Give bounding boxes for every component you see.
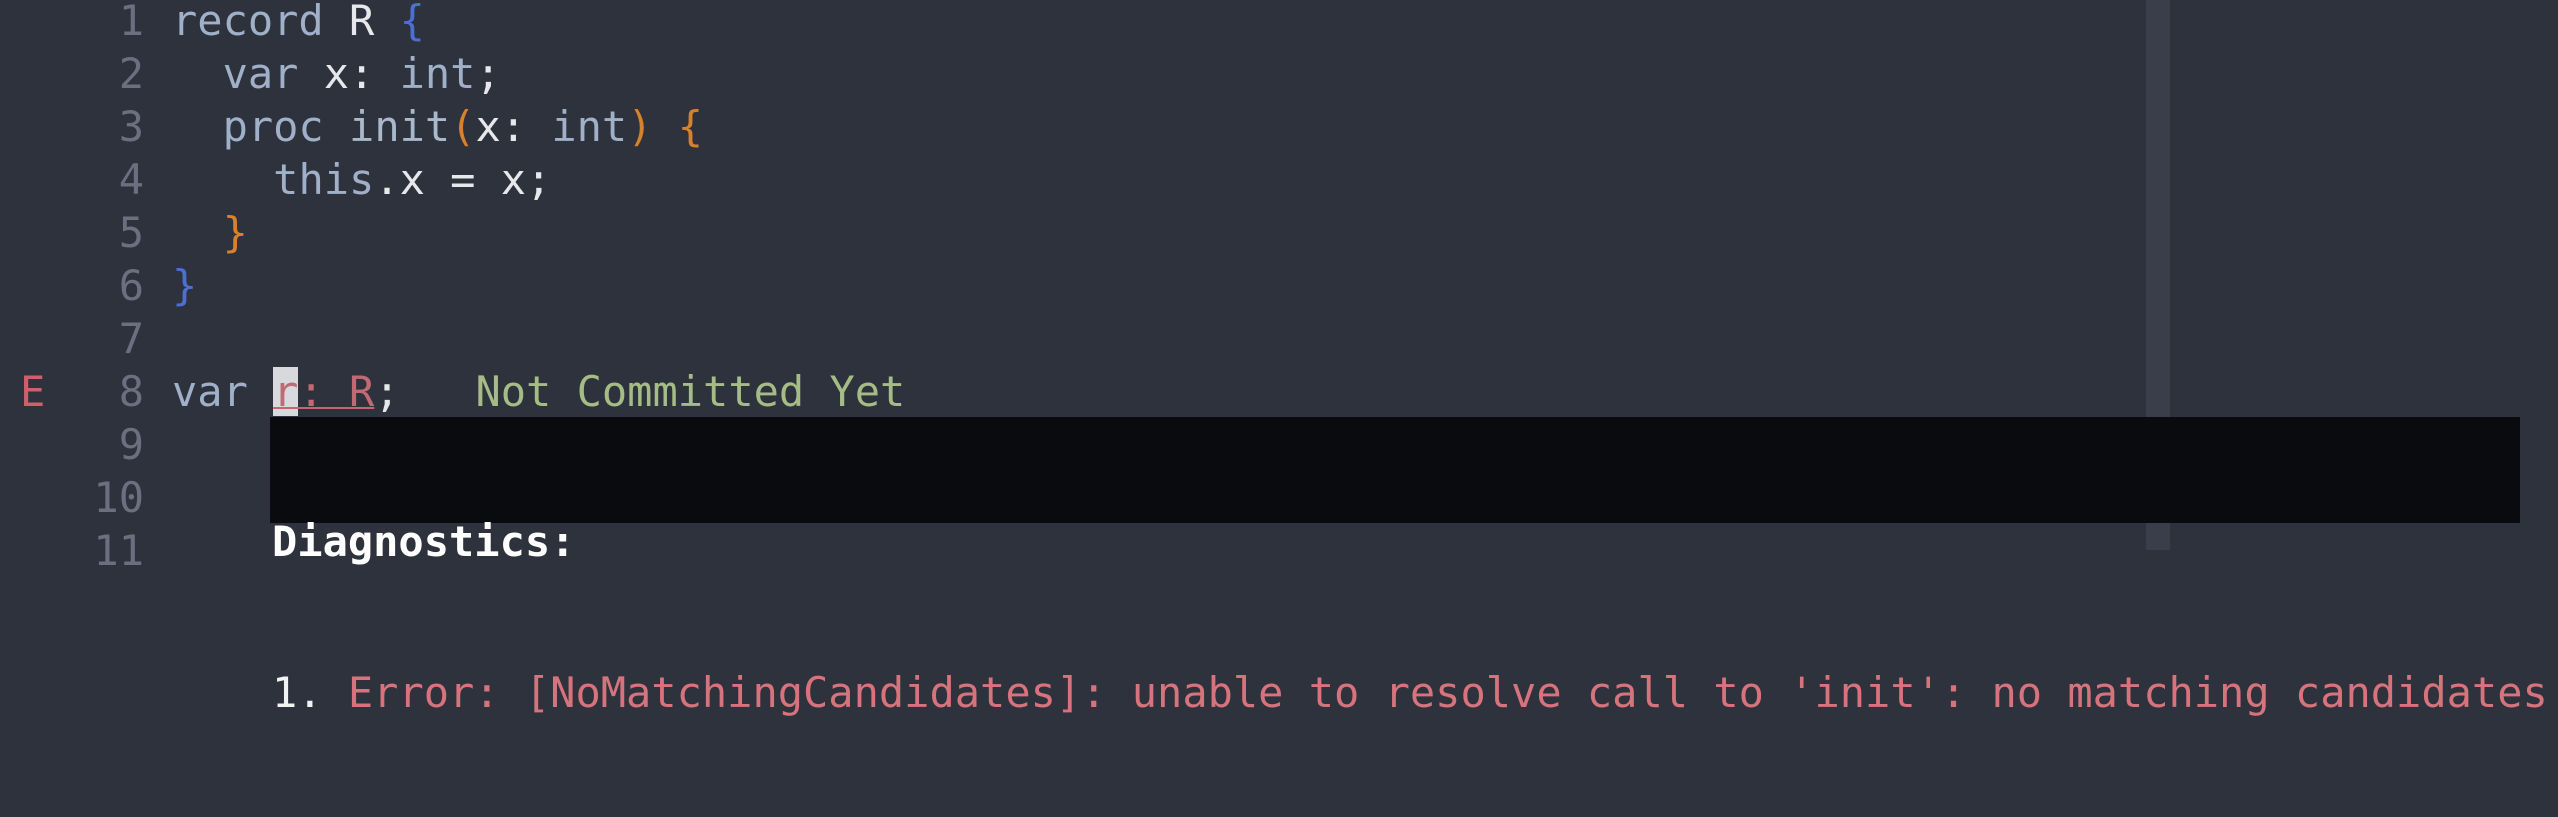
code-token: x: — [298, 49, 400, 98]
code-token: .x = x; — [374, 155, 552, 204]
code-token: : R — [298, 367, 375, 416]
editor-line[interactable]: 4 this.x = x; — [0, 153, 2558, 206]
code-token: ) — [627, 102, 653, 151]
line-code: record R { — [172, 0, 425, 47]
editor-line[interactable]: 1 record R { — [0, 0, 2558, 47]
code-token: { — [399, 0, 425, 45]
line-number: 5 — [118, 208, 144, 257]
diagnostic-message: Error: [NoMatchingCandidates]: unable to… — [347, 668, 2548, 717]
code-token: ; — [374, 367, 400, 416]
diagnostic-index: 1. — [272, 668, 323, 717]
editor-line[interactable]: 6} — [0, 259, 2558, 312]
line-number: 4 — [118, 155, 144, 204]
code-token: var — [172, 367, 248, 416]
line-number: 11 — [93, 526, 144, 575]
line-number: 8 — [118, 367, 144, 416]
line-code: } — [172, 206, 248, 259]
line-code: var x: int; — [172, 47, 501, 100]
code-token: R — [323, 0, 400, 45]
line-number: 6 — [118, 261, 144, 310]
line-code: this.x = x; — [172, 153, 551, 206]
editor-line[interactable]: 5 } — [0, 206, 2558, 259]
line-number: 10 — [93, 473, 144, 522]
line-number: 7 — [118, 314, 144, 363]
diagnostics-title: Diagnostics: — [272, 517, 576, 566]
code-token: record — [172, 0, 324, 45]
line-number: 9 — [118, 420, 144, 469]
line-code: } — [172, 259, 197, 312]
code-token: } — [222, 208, 248, 257]
line-code: proc init(x: int) { — [172, 100, 704, 153]
editor-line[interactable]: E 8 var r: R; Not Committed Yet — [0, 365, 2558, 418]
code-token: int — [399, 49, 476, 98]
diagnostic-sign: E — [20, 367, 46, 416]
code-token: int — [551, 102, 628, 151]
code-token: init — [349, 102, 451, 151]
blame-virtual-text: Not Committed Yet — [399, 367, 906, 416]
line-number: 3 — [118, 102, 144, 151]
code-token: x: — [475, 102, 552, 151]
line-code: var r: R; Not Committed Yet — [172, 365, 905, 418]
code-editor[interactable]: 1 record R {2 var x: int; 3 proc init(x: i… — [0, 0, 2558, 717]
text-cursor: r — [273, 367, 299, 416]
line-number: 1 — [118, 0, 144, 45]
code-token: this — [273, 155, 375, 204]
editor-line[interactable]: 2 var x: int; — [0, 47, 2558, 100]
editor-line[interactable]: 7 — [0, 312, 2558, 365]
code-token: var — [222, 49, 299, 98]
code-token: } — [172, 261, 198, 310]
code-token: proc — [222, 102, 324, 151]
code-token: ; — [475, 49, 501, 98]
code-token: ( — [450, 102, 476, 151]
code-token: { — [677, 102, 704, 151]
editor-line[interactable]: 3 proc init(x: int) { — [0, 100, 2558, 153]
line-number: 2 — [118, 49, 144, 98]
diagnostic-item: 1. Error: [NoMatchingCandidates]: unable… — [270, 666, 2548, 719]
diagnostics-popup: Diagnostics: 1. Error: [NoMatchingCandid… — [270, 417, 2548, 717]
